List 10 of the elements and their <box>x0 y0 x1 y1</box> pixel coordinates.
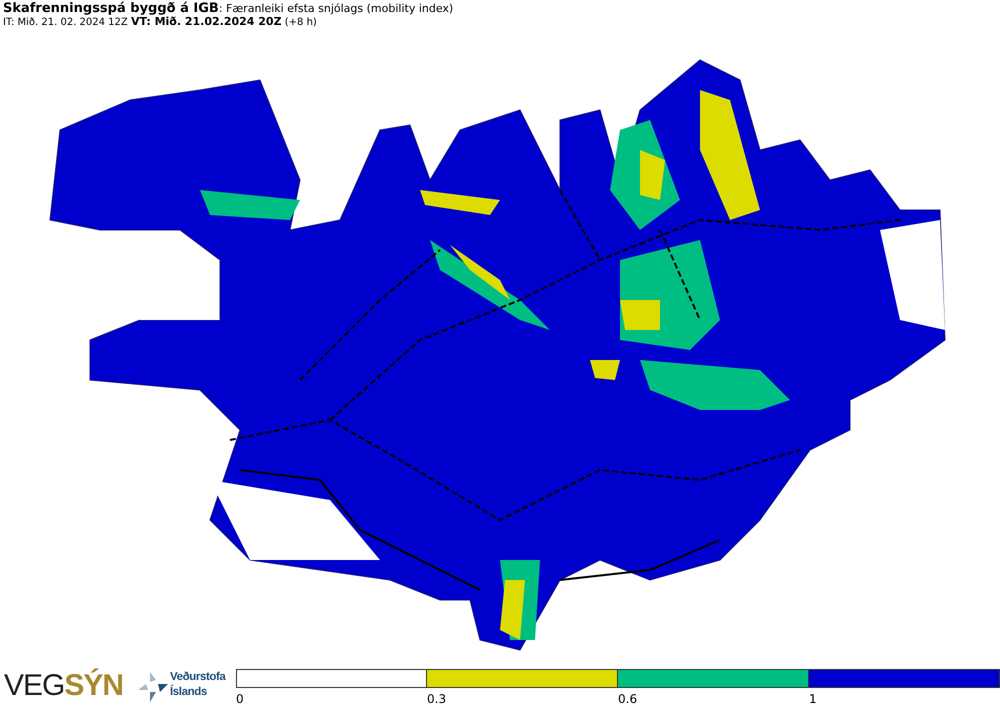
legend-label: 1 <box>809 692 817 706</box>
legend-label: 0.3 <box>427 692 446 706</box>
map-title: Skafrenningsspá byggð á IGB: Færanleiki efsta snjólags (mobility index) <box>3 2 454 16</box>
legend-label: 0 <box>236 692 244 706</box>
institute-name: Íslands <box>170 685 208 700</box>
vegsyn-logo: VEGSÝN <box>3 667 124 702</box>
star-logo-icon <box>136 670 170 704</box>
institute-name: Veðurstofa <box>170 670 227 684</box>
legend-label: 0.6 <box>618 692 638 706</box>
forecast-time: IT: Mið. 21. 02. 2024 12Z VT: Mið. 21.02.2024 20Z (+8 h) <box>3 16 318 29</box>
